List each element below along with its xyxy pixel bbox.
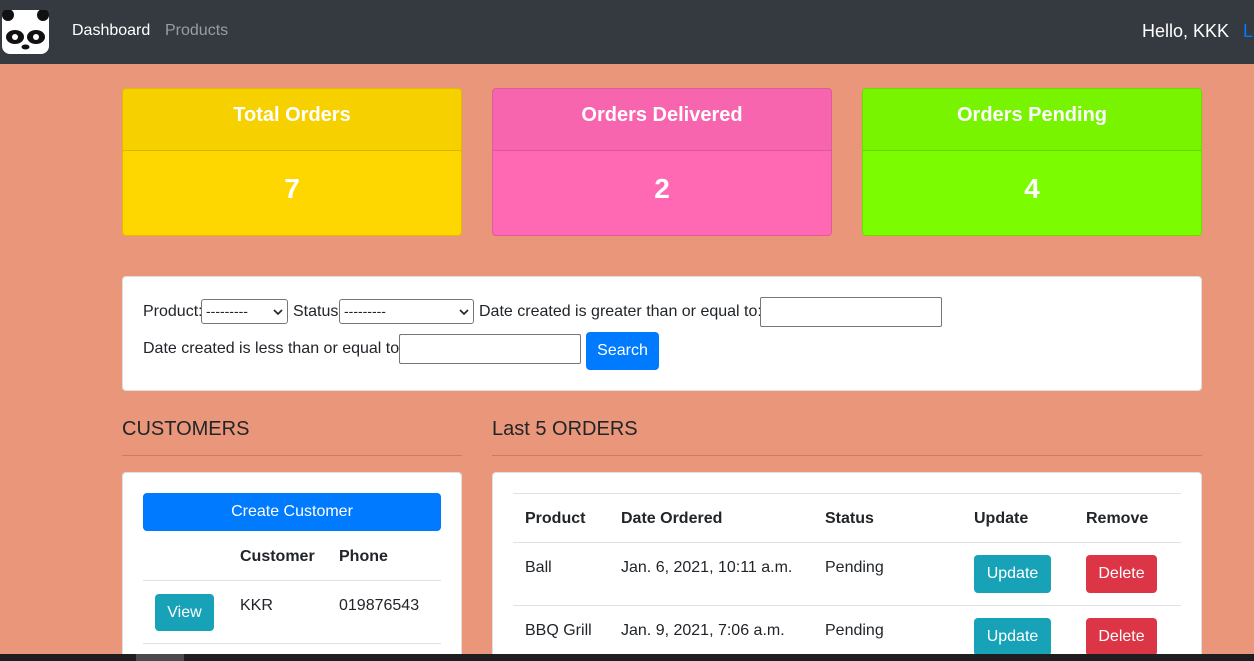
table-divider [143, 643, 441, 644]
customer-name-cell: KKR [240, 597, 273, 614]
stat-card-total-orders: Total Orders 7 [122, 88, 462, 236]
order-date-cell: Jan. 6, 2021, 10:11 a.m. [621, 559, 793, 576]
order-status-cell: Pending [825, 622, 884, 639]
table-divider [513, 605, 1181, 606]
order-status-cell: Pending [825, 559, 884, 576]
stat-value: 2 [654, 173, 670, 204]
create-customer-button[interactable]: Create Customer [143, 493, 441, 531]
order-product-cell: BBQ Grill [525, 622, 592, 639]
table-divider [513, 542, 1181, 543]
stat-value: 7 [284, 173, 300, 204]
status-filter-select[interactable]: --------- [339, 299, 474, 324]
divider [122, 455, 462, 456]
order-product-cell: Ball [525, 559, 552, 576]
divider [492, 455, 1202, 456]
navbar: Dashboard Products Hello, KKK Lo [0, 0, 1254, 64]
customer-phone-cell: 019876543 [339, 597, 420, 614]
chevron-down-icon [273, 309, 283, 316]
delete-order-button[interactable]: Delete [1086, 618, 1157, 656]
customer-column-header: Customer [240, 548, 315, 565]
customers-heading: CUSTOMERS [122, 418, 250, 440]
product-column-header: Product [525, 510, 586, 527]
remove-column-header: Remove [1086, 510, 1149, 527]
search-button[interactable]: Search [586, 332, 659, 370]
horizontal-scrollbar[interactable] [0, 654, 1254, 661]
update-order-button[interactable]: Update [974, 618, 1051, 656]
stat-title: Total Orders [123, 89, 461, 151]
status-filter-label: Status: [293, 303, 343, 320]
stat-card-orders-pending: Orders Pending 4 [862, 88, 1202, 236]
table-divider [513, 493, 1181, 494]
status-filter-value: --------- [344, 303, 386, 319]
stat-title: Orders Delivered [493, 89, 831, 151]
order-date-cell: Jan. 9, 2021, 7:06 a.m. [621, 622, 785, 639]
logout-link[interactable]: Lo [1243, 21, 1254, 41]
filter-form-card [122, 276, 1202, 391]
delete-order-button[interactable]: Delete [1086, 555, 1157, 593]
product-filter-select[interactable]: --------- [201, 299, 288, 324]
nav-dashboard-link[interactable]: Dashboard [72, 21, 150, 41]
view-customer-button[interactable]: View [155, 594, 214, 631]
product-filter-label: Product: [143, 303, 203, 320]
update-column-header: Update [974, 510, 1029, 527]
date-gte-input[interactable] [760, 297, 942, 327]
update-order-button[interactable]: Update [974, 555, 1051, 593]
scrollbar-thumb[interactable] [136, 654, 184, 661]
date-lte-label: Date created is less than or equal to: [143, 340, 404, 357]
date-lte-input[interactable] [399, 334, 581, 364]
date-gte-label: Date created is greater than or equal to… [479, 303, 762, 320]
nav-products-link[interactable]: Products [165, 21, 228, 41]
phone-column-header: Phone [339, 548, 388, 565]
panda-logo-icon[interactable] [2, 10, 49, 54]
orders-heading: Last 5 ORDERS [492, 418, 638, 440]
product-filter-value: --------- [206, 303, 248, 319]
user-greeting: Hello, KKK [1142, 21, 1230, 41]
date-ordered-column-header: Date Ordered [621, 510, 723, 527]
stat-card-orders-delivered: Orders Delivered 2 [492, 88, 832, 236]
status-column-header: Status [825, 510, 874, 527]
chevron-down-icon [459, 309, 469, 316]
stat-title: Orders Pending [863, 89, 1201, 151]
table-divider [143, 580, 441, 581]
stat-value: 4 [1024, 173, 1040, 204]
